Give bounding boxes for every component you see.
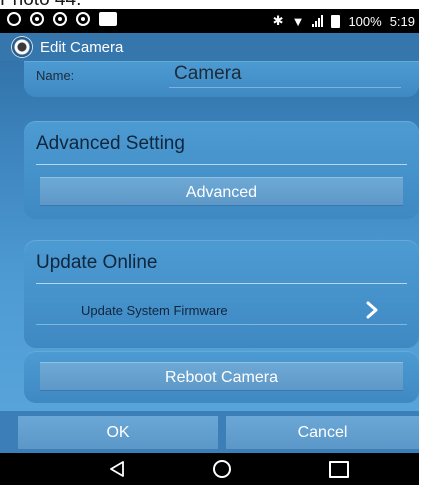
voicemail-icon (53, 12, 67, 26)
battery-percent: 100% (348, 13, 382, 29)
page-caption: Photo 44: (0, 0, 419, 9)
phone-icon (30, 12, 44, 26)
clock-time: 5:19 (389, 13, 415, 29)
signal-icon (312, 15, 324, 27)
reboot-camera-button[interactable]: Reboot Camera (40, 362, 403, 391)
battery-icon (331, 14, 341, 28)
image-icon (99, 12, 117, 26)
advanced-setting-card: Advanced Setting Advanced (24, 121, 419, 219)
back-icon[interactable] (109, 461, 125, 477)
status-bar: ✱ ▼ 100% 5:19 (0, 9, 419, 33)
system-indicators: ✱ ▼ 100% 5:19 (273, 13, 415, 29)
phone-screen: Photo 44: ✱ ▼ 100% 5:19 Edit Camera Name… (0, 0, 419, 485)
home-icon[interactable] (213, 460, 231, 478)
name-field-underline (169, 87, 401, 88)
reboot-card: Reboot Camera (24, 351, 419, 403)
advanced-button[interactable]: Advanced (40, 177, 403, 206)
page-title: Edit Camera (40, 38, 124, 56)
wifi-icon: ▼ (291, 13, 305, 29)
android-nav-bar (0, 453, 419, 485)
bottom-button-bar: OK Cancel (0, 411, 419, 453)
ok-button[interactable]: OK (18, 416, 218, 449)
moon-icon (7, 12, 21, 26)
notification-icons (7, 12, 117, 26)
advanced-setting-heading: Advanced Setting (36, 133, 185, 154)
bluetooth-icon: ✱ (272, 13, 284, 28)
name-card: Name: Camera (24, 61, 419, 97)
edit-camera-screen: Edit Camera Name: Camera Advanced Settin… (0, 33, 419, 453)
update-online-heading: Update Online (36, 252, 158, 273)
title-bar: Edit Camera (0, 33, 419, 61)
update-online-card: Update Online Update System Firmware (24, 240, 419, 348)
shield-icon (76, 12, 90, 26)
chevron-right-icon[interactable] (365, 300, 379, 320)
update-firmware-label: Update System Firmware (81, 303, 228, 318)
name-field[interactable]: Camera (174, 63, 242, 85)
divider (36, 283, 407, 284)
cancel-button[interactable]: Cancel (226, 416, 419, 449)
recents-icon[interactable] (329, 461, 349, 478)
camera-app-icon (12, 37, 32, 57)
name-label: Name: (36, 68, 75, 83)
divider (36, 164, 407, 165)
update-firmware-row[interactable]: Update System Firmware (36, 298, 407, 325)
